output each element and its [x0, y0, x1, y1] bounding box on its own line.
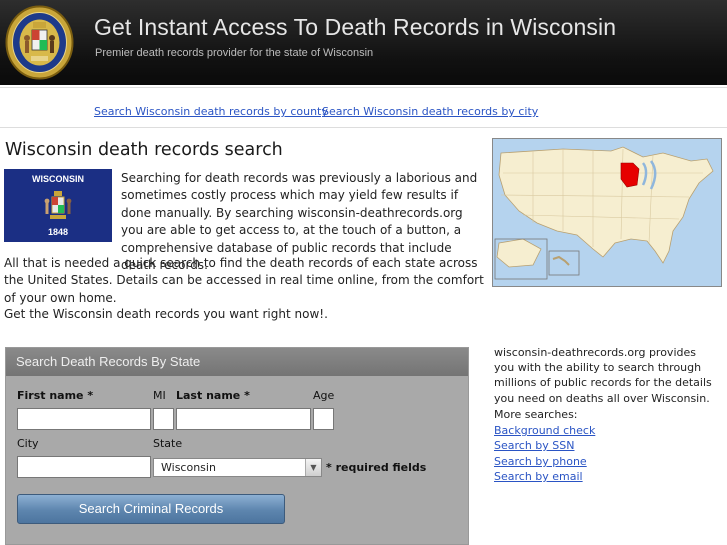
first-name-label: First name *	[17, 389, 94, 402]
search-form-header: Search Death Records By State	[6, 348, 468, 376]
city-label: City	[17, 437, 39, 450]
search-submit-button[interactable]: Search Criminal Records	[17, 494, 285, 524]
wisconsin-flag: WISCONSIN 1848	[4, 169, 112, 242]
link-background-check[interactable]: Background check	[494, 424, 595, 437]
age-label: Age	[313, 389, 335, 402]
site-subtitle: Premier death records provider for the s…	[95, 47, 374, 59]
chevron-down-icon[interactable]: ▼	[305, 459, 321, 476]
cta-paragraph: Get the Wisconsin death records you want…	[4, 307, 328, 321]
us-map-wisconsin-highlight	[492, 138, 722, 287]
mi-label: MI	[153, 389, 166, 402]
state-select[interactable]: Wisconsin ▼	[153, 458, 322, 477]
us-map-icon	[493, 139, 721, 286]
search-form: Search Death Records By State First name…	[5, 347, 469, 545]
sidebar-description: wisconsin-deathrecords.org provides you …	[494, 346, 712, 405]
age-input[interactable]	[313, 408, 334, 430]
site-header: Get Instant Access To Death Records in W…	[0, 0, 727, 85]
search-form-title: Search Death Records By State	[16, 354, 201, 369]
mi-input[interactable]	[153, 408, 174, 430]
last-name-label: Last name *	[176, 389, 250, 402]
city-input[interactable]	[17, 456, 151, 478]
site-title: Get Instant Access To Death Records in W…	[94, 14, 617, 40]
link-search-by-ssn[interactable]: Search by SSN	[494, 439, 574, 452]
link-search-by-email[interactable]: Search by email	[494, 470, 583, 483]
state-select-value: Wisconsin	[161, 461, 216, 474]
link-search-by-county[interactable]: Search Wisconsin death records by county	[94, 105, 328, 118]
required-fields-note: * required fields	[326, 461, 427, 474]
link-search-by-phone[interactable]: Search by phone	[494, 455, 587, 468]
first-name-input[interactable]	[17, 408, 151, 430]
header-divider	[0, 87, 727, 88]
link-search-by-city[interactable]: Search Wisconsin death records by city	[322, 105, 538, 118]
more-searches-label: More searches:	[494, 408, 578, 421]
state-label: State	[153, 437, 183, 450]
flag-coat-of-arms-icon	[44, 191, 72, 219]
last-name-input[interactable]	[176, 408, 311, 430]
details-paragraph: All that is needed a quick search to fin…	[4, 256, 484, 305]
flag-top-text: WISCONSIN	[31, 174, 84, 184]
flag-bottom-text: 1848	[47, 227, 69, 237]
page-heading: Wisconsin death records search	[5, 140, 283, 160]
wisconsin-state-seal-icon	[5, 5, 74, 80]
nav-divider	[0, 127, 727, 128]
